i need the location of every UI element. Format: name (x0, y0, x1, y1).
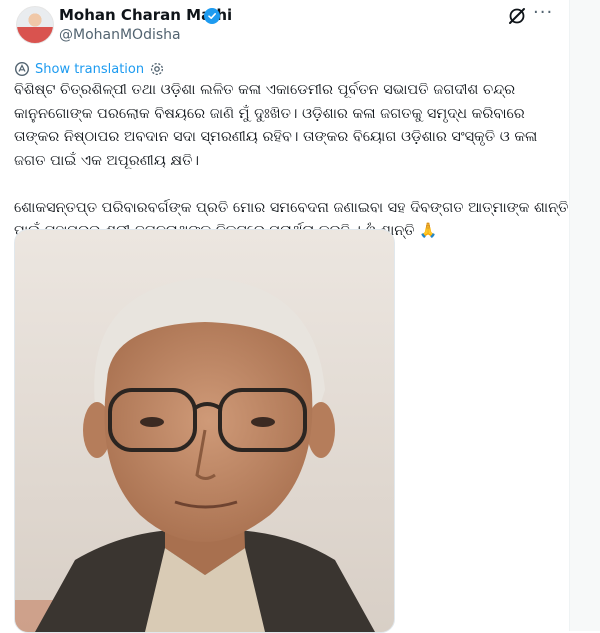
verified-badge-icon (204, 8, 220, 24)
more-options-icon[interactable]: ··· (533, 2, 553, 23)
post-photo[interactable] (14, 229, 395, 633)
portrait-photo-icon (15, 230, 394, 632)
author-avatar[interactable] (16, 6, 54, 44)
checkmark-icon (208, 13, 216, 19)
show-translation-label[interactable]: Show translation (35, 62, 144, 77)
author-handle[interactable]: @MohanMOdisha (59, 27, 181, 43)
sidebar-edge (570, 0, 600, 631)
gear-icon[interactable] (150, 62, 164, 76)
show-translation-button[interactable]: Show translation (14, 60, 164, 78)
post-text: ବିଶିଷ୍ଟ ଚିତ୍ରଶିଳ୍ପୀ ତଥା ଓଡ଼ିଶା ଲଳିତ କଳା … (14, 82, 569, 239)
grok-icon[interactable] (507, 6, 527, 26)
translate-icon (14, 61, 30, 77)
